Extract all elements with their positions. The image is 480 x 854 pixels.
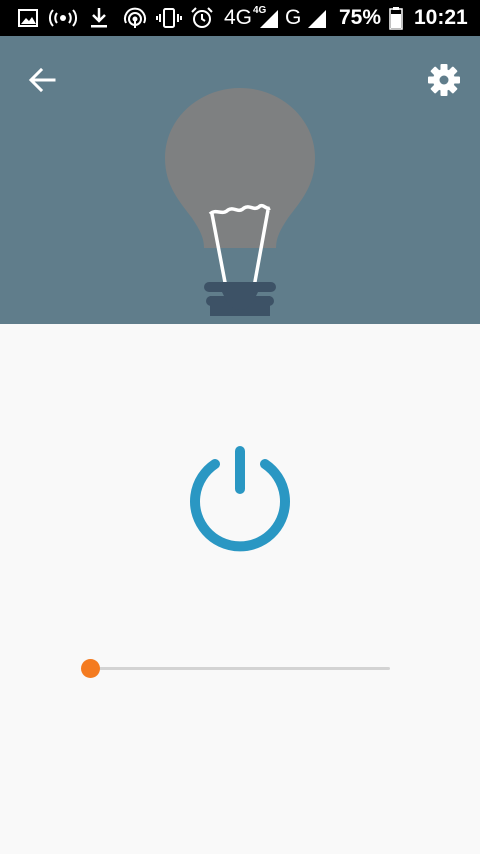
signal-icon: [308, 10, 326, 28]
signal-icon: [260, 10, 278, 28]
brightness-slider[interactable]: [80, 656, 392, 682]
settings-button[interactable]: [424, 60, 464, 100]
wireless-icon: [124, 7, 146, 28]
arrow-left-icon: [28, 67, 56, 93]
battery-icon: [389, 7, 403, 30]
alarm-icon: [191, 7, 213, 28]
clock: 10:21: [414, 6, 468, 29]
battery-percent: 75%: [339, 6, 382, 29]
gear-icon: [428, 64, 460, 96]
slider-thumb[interactable]: [81, 659, 100, 678]
power-icon: [190, 446, 290, 552]
network-type: 4G: [224, 6, 253, 29]
power-button[interactable]: [186, 444, 294, 556]
vibrate-icon: [156, 8, 182, 28]
back-button[interactable]: [24, 62, 60, 98]
image-icon: [18, 9, 38, 27]
network-secondary: G: [285, 6, 302, 29]
download-icon: [91, 8, 107, 28]
status-bar: 4G 4G G 75% 10:21: [0, 0, 480, 36]
slider-track: [90, 667, 390, 670]
hotspot-icon: [49, 9, 77, 27]
bulb-cap: [220, 288, 260, 310]
header: [0, 36, 480, 324]
